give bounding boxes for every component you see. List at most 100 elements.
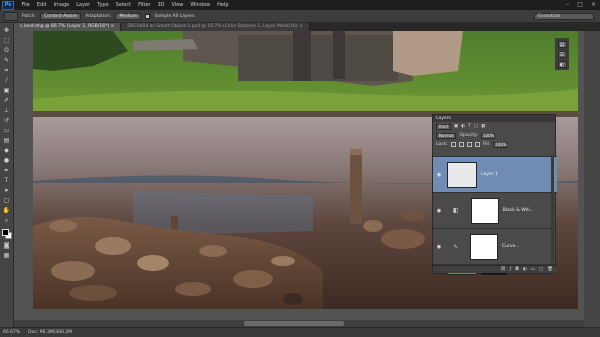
maximize-icon[interactable]: □	[577, 1, 583, 8]
layers-filter-row: Kind ▣ ◐ T ▢ ▦	[433, 122, 555, 131]
hand-tool-icon[interactable]: ✋	[2, 207, 11, 214]
horizontal-scrollbar[interactable]	[14, 320, 584, 327]
menu-help[interactable]: Help	[214, 2, 232, 8]
move-tool-icon[interactable]: ✥	[2, 27, 11, 34]
tab-second-document[interactable]: DSC0404 as Smart Object-1.psd @ 16.7% (C…	[121, 23, 310, 31]
filter-shape-icon[interactable]: ▢	[474, 124, 478, 129]
document-tabs: c.land.dng @ 66.7% (Layer 1, RGB/16*) × …	[14, 23, 600, 31]
menu-image[interactable]: Image	[50, 2, 73, 8]
document-size: Doc: 96.3M/300.2M	[28, 330, 72, 335]
pen-tool-icon[interactable]: ✒	[2, 167, 11, 174]
visibility-eye-icon[interactable]: ◉	[435, 244, 443, 250]
minimize-icon[interactable]: –	[566, 1, 569, 8]
visibility-eye-icon[interactable]: ◉	[435, 208, 443, 214]
layer-name[interactable]: Layer 1	[481, 172, 498, 177]
blend-mode-select[interactable]: Normal	[436, 132, 457, 139]
color-swatches[interactable]	[1, 229, 12, 239]
window-controls: – □ ×	[566, 1, 596, 8]
brush-tool-icon[interactable]: ✐	[2, 97, 11, 104]
layer-mask-thumbnail	[470, 197, 499, 224]
menu-window[interactable]: Window	[187, 2, 214, 8]
link-layers-icon[interactable]: ⛓	[500, 267, 506, 272]
type-tool-icon[interactable]: T	[2, 177, 11, 184]
filter-pixel-icon[interactable]: ▣	[454, 124, 458, 129]
patch-label: Patch:	[22, 13, 36, 19]
crop-tool-icon[interactable]: ⌗	[2, 67, 11, 74]
menu-filter[interactable]: Filter	[135, 2, 154, 8]
filter-type-icon[interactable]: T	[468, 124, 471, 129]
layer-row[interactable]: ◉ Layer 1	[433, 156, 557, 192]
lock-label: Lock:	[436, 142, 448, 147]
quick-mask-icon[interactable]: ◙	[2, 242, 11, 249]
adjustments-panel-icon[interactable]: ◐	[557, 61, 567, 68]
menu-3d[interactable]: 3D	[154, 2, 168, 8]
layer-name[interactable]: Curve...	[502, 244, 520, 249]
new-adjustment-icon[interactable]: ◐	[523, 267, 527, 272]
marquee-tool-icon[interactable]: ⬚	[2, 37, 11, 44]
dodge-tool-icon[interactable]: ●	[2, 157, 11, 164]
fill-label: Fill:	[482, 142, 491, 147]
add-mask-icon[interactable]: ◘	[515, 267, 519, 272]
layer-row[interactable]: ◉ ∿ Curve...	[433, 228, 557, 264]
layers-panel-title[interactable]: Layers	[433, 115, 555, 122]
photoshop-logo: Ps	[2, 0, 14, 10]
lasso-tool-icon[interactable]: ʘ	[2, 47, 11, 54]
quick-select-tool-icon[interactable]: ✎	[2, 57, 11, 64]
patch-mode-select[interactable]: Content-Aware	[39, 12, 82, 20]
clone-stamp-tool-icon[interactable]: ⊥	[2, 107, 11, 114]
shape-tool-icon[interactable]: ▢	[2, 197, 11, 204]
zoom-tool-icon[interactable]: ⌕	[2, 217, 11, 224]
layer-style-icon[interactable]: ƒ	[510, 267, 512, 272]
menu-bar: Ps File Edit Image Layer Type Select Fil…	[0, 0, 600, 10]
history-panel-icon[interactable]: ▤	[557, 41, 567, 48]
options-bar: Patch: Content-Aware Adaptation: Medium …	[0, 10, 600, 23]
lock-all-icon[interactable]	[474, 142, 480, 147]
panel-dock: ▤ ☰ ◐	[555, 38, 569, 70]
layer-name[interactable]: Black & Whi...	[503, 208, 534, 213]
close-icon[interactable]: ×	[591, 1, 596, 8]
fill-field[interactable]: 100%	[493, 141, 508, 148]
visibility-eye-icon[interactable]: ◉	[435, 172, 443, 178]
menu-select[interactable]: Select	[112, 2, 134, 8]
status-bar: 66.67% Doc: 96.3M/300.2M	[0, 327, 600, 337]
eraser-tool-icon[interactable]: ▭	[2, 127, 11, 134]
filter-smart-object-icon[interactable]: ▦	[481, 124, 485, 129]
layers-scrollbar[interactable]	[551, 155, 554, 263]
tools-panel: ✥ ⬚ ʘ ✎ ⌗ ⁄ ▣ ✐ ⊥ ↺ ▭ ▤ ◆ ● ✒ T ➤ ▢ ✋ ⌕ …	[0, 23, 14, 327]
lock-position-icon[interactable]	[466, 142, 472, 147]
menu-layer[interactable]: Layer	[73, 2, 94, 8]
history-brush-tool-icon[interactable]: ↺	[2, 117, 11, 124]
path-select-tool-icon[interactable]: ➤	[2, 187, 11, 194]
properties-panel-icon[interactable]: ☰	[557, 51, 567, 58]
zoom-level[interactable]: 66.67%	[3, 330, 20, 335]
menu-type[interactable]: Type	[94, 2, 112, 8]
filter-adjustment-icon[interactable]: ◐	[461, 124, 465, 129]
menu-view[interactable]: View	[168, 2, 187, 8]
menu-file[interactable]: File	[18, 2, 33, 8]
lock-transparency-icon[interactable]	[450, 142, 456, 147]
delete-layer-icon[interactable]: 🗑	[547, 267, 553, 272]
horizontal-scroll-thumb[interactable]	[244, 321, 344, 326]
gradient-tool-icon[interactable]: ▤	[2, 137, 11, 144]
opacity-field[interactable]: 100%	[480, 132, 495, 139]
tool-preset-picker[interactable]	[4, 11, 18, 21]
tab-active-document[interactable]: c.land.dng @ 66.7% (Layer 1, RGB/16*) ×	[14, 23, 122, 31]
lock-pixels-icon[interactable]	[458, 142, 464, 147]
eyedropper-tool-icon[interactable]: ⁄	[2, 77, 11, 84]
foreground-color-swatch[interactable]	[1, 229, 9, 236]
blur-tool-icon[interactable]: ◆	[2, 147, 11, 154]
patch-tool-icon[interactable]: ▣	[2, 87, 11, 94]
layer-row[interactable]: ◉ ◧ Black & Whi...	[433, 192, 557, 228]
adaptation-select[interactable]: Medium	[115, 12, 142, 20]
new-layer-icon[interactable]: ▢	[539, 267, 543, 272]
screen-mode-icon[interactable]: ▦	[2, 252, 11, 259]
layer-filter-kind-select[interactable]: Kind	[436, 123, 451, 130]
new-group-icon[interactable]: ▭	[531, 267, 535, 272]
sample-all-layers-label: Sample All Layers	[154, 13, 195, 19]
layers-panel-footer: ⛓ ƒ ◘ ◐ ▭ ▢ 🗑	[433, 265, 557, 273]
layer-mask-thumbnail	[470, 233, 499, 260]
workspace-select[interactable]: Essentials	[534, 13, 594, 20]
sample-all-layers-checkbox[interactable]	[145, 13, 151, 19]
vertical-scrollbar[interactable]	[584, 31, 600, 327]
menu-edit[interactable]: Edit	[33, 2, 50, 8]
